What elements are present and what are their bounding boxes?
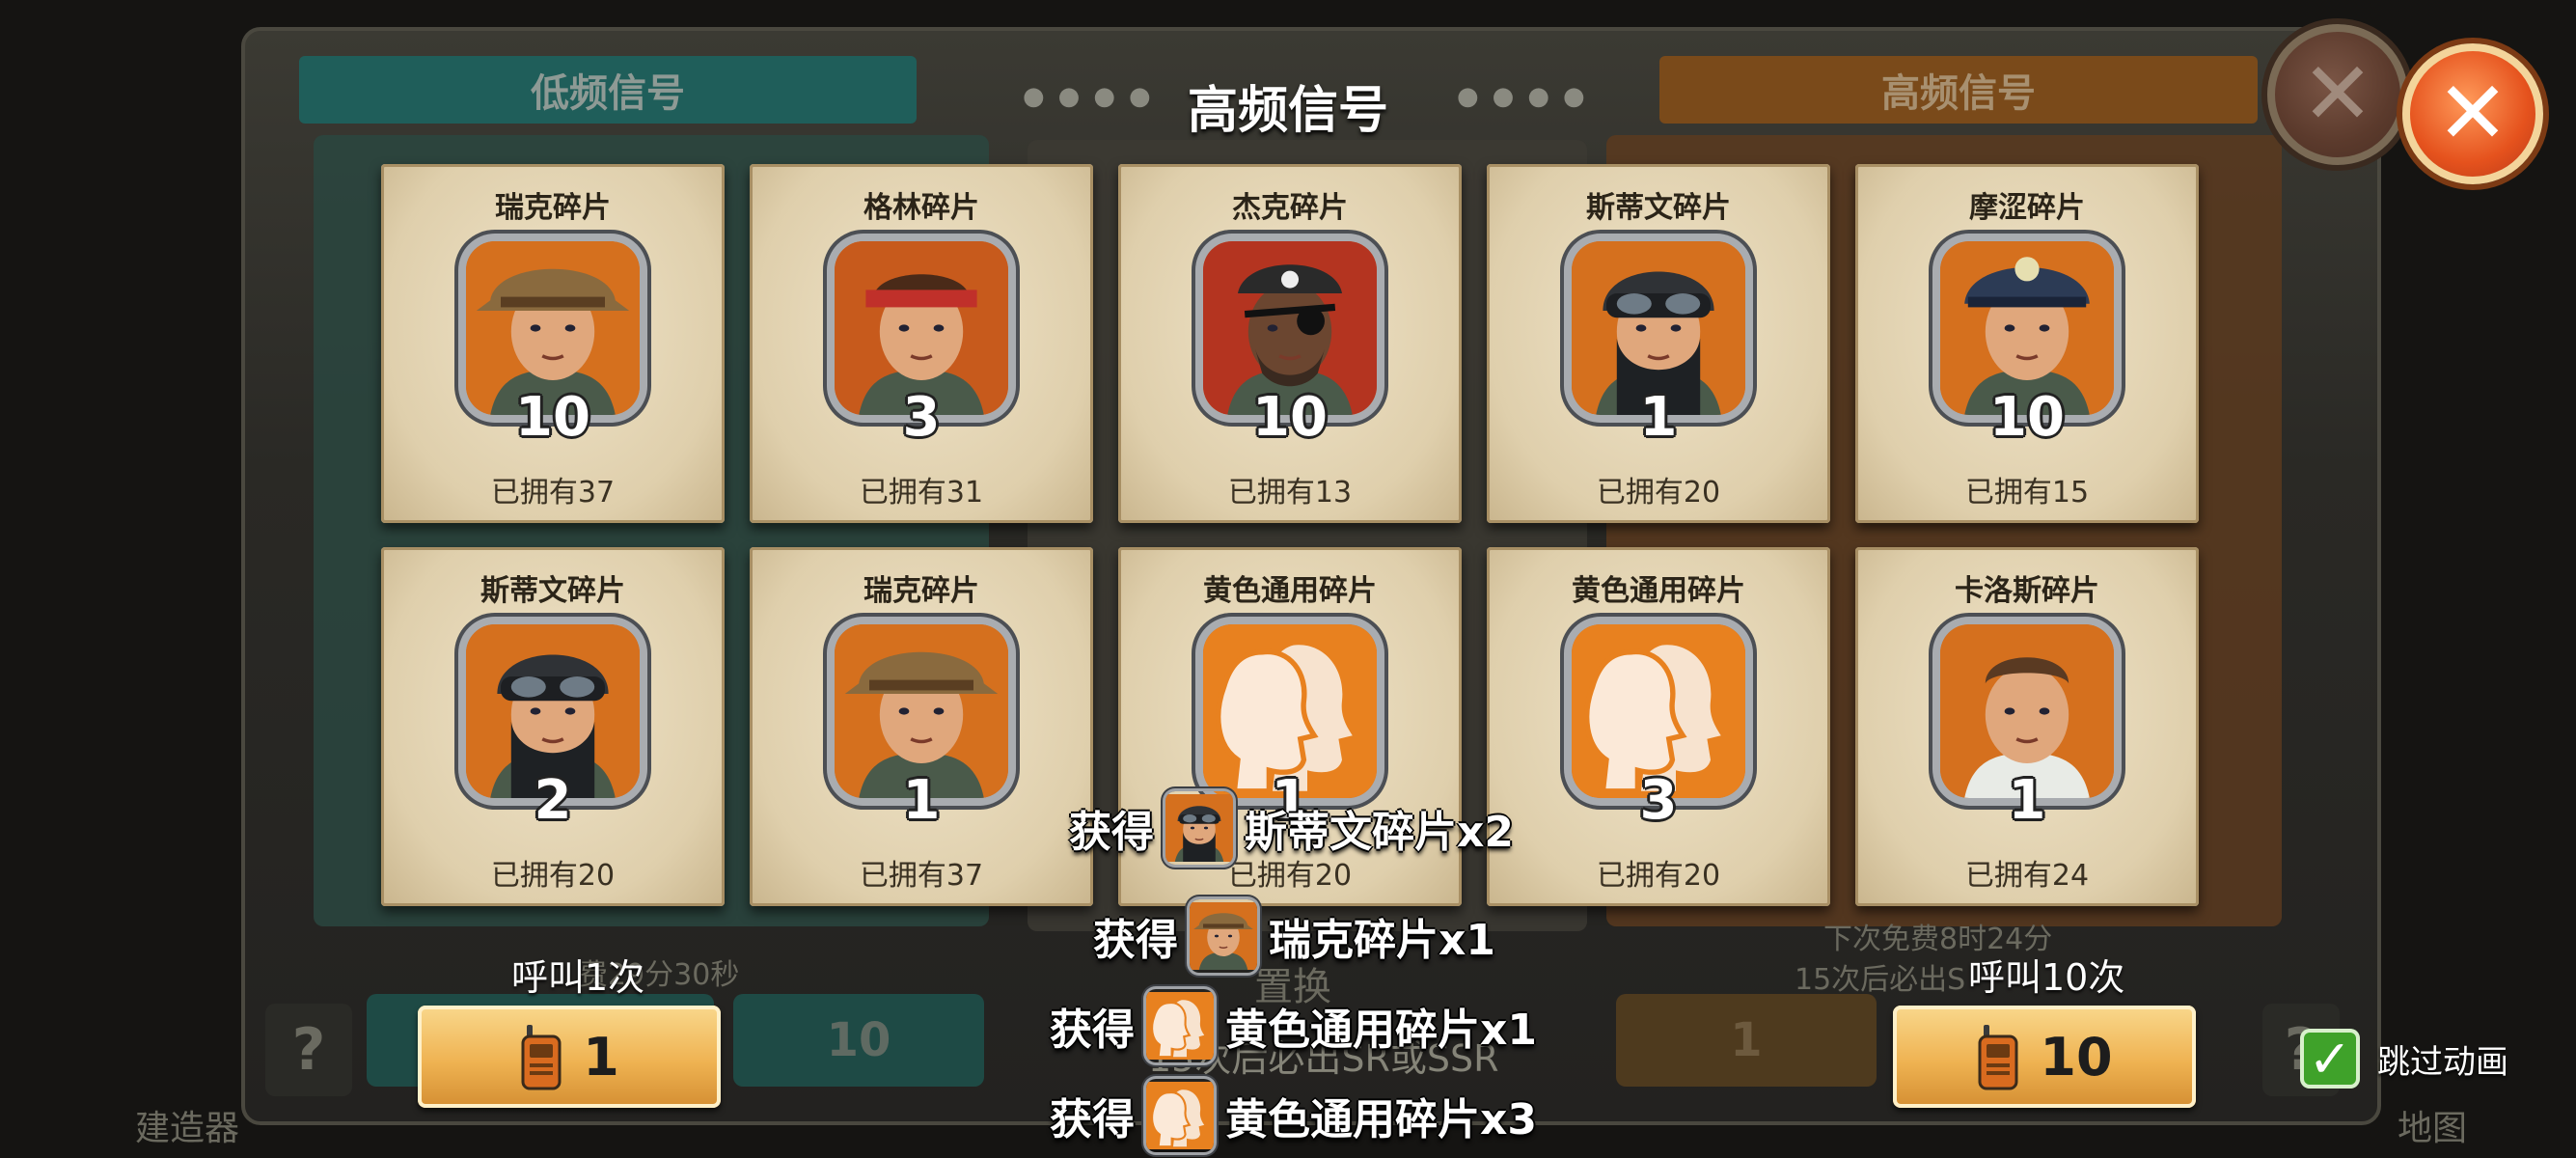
reward-prefix: 获得 [1069,808,1154,857]
reward-notification: 获得 瑞克碎片x1 [1093,899,1495,973]
reward-card: 卡洛斯碎片 1 已拥有24 [1855,547,2199,906]
bg-right-corner-label: 地图 [2398,1109,2468,1148]
card-name: 卡洛斯碎片 [1955,574,2099,608]
bg-close-button: ✕ [2267,24,2408,165]
reward-notification: 获得 斯蒂文碎片x2 [1069,791,1514,865]
reward-card: 摩涩碎片 10 已拥有15 [1855,164,2199,523]
reward-item: 黄色通用碎片x3 [1225,1095,1537,1144]
card-quantity: 1 [2008,769,2046,832]
bg-help-left: ? [265,1004,352,1096]
reward-card: 瑞克碎片 10 已拥有37 [381,164,725,523]
card-owned-count: 已拥有15 [1964,476,2090,510]
skip-animation-checkbox[interactable]: ✓ [2300,1029,2360,1089]
reward-item: 瑞克碎片x1 [1269,916,1495,965]
card-quantity: 3 [1639,769,1678,832]
reward-card: 格林碎片 3 已拥有31 [750,164,1093,523]
call-ten-button[interactable]: 10 [1893,1006,2196,1108]
walkie-talkie-icon [1978,1025,2018,1090]
card-quantity: 3 [902,386,941,449]
bg-left-banner: 低频信号 [299,56,917,124]
call-ten-label: 呼叫10次 [1968,956,2125,999]
reward-prefix: 获得 [1093,916,1178,965]
close-icon: ✕ [2301,43,2374,145]
reward-thumbnail [1165,791,1233,865]
page-title: 高频信号 [1187,82,1388,140]
reward-card: 杰克碎片 10 已拥有13 [1118,164,1462,523]
reward-thumbnail [1146,989,1214,1062]
card-owned-count: 已拥有20 [490,859,616,893]
card-quantity: 1 [902,769,941,832]
card-name: 黄色通用碎片 [1572,574,1745,608]
card-name: 黄色通用碎片 [1203,574,1377,608]
card-quantity: 10 [515,386,590,449]
reward-card: 瑞克碎片 1 已拥有37 [750,547,1093,906]
call-once-label: 呼叫1次 [511,956,645,999]
close-icon: ✕ [2436,63,2509,164]
reward-notification: 获得 黄色通用碎片x1 [1050,989,1537,1062]
card-name: 摩涩碎片 [1969,191,2085,225]
card-owned-count: 已拥有20 [1596,859,1721,893]
card-quantity: 1 [1639,386,1678,449]
reward-card: 斯蒂文碎片 2 已拥有20 [381,547,725,906]
reward-card: 黄色通用碎片 3 已拥有20 [1487,547,1830,906]
reward-item: 斯蒂文碎片x2 [1245,808,1514,857]
checkmark-icon: ✓ [2308,1028,2352,1089]
close-button[interactable]: ✕ [2402,43,2543,184]
reward-item: 黄色通用碎片x1 [1225,1006,1537,1055]
card-name: 杰克碎片 [1232,191,1348,225]
call-once-count: 1 [583,1026,619,1088]
card-owned-count: 已拥有13 [1227,476,1353,510]
call-ten-count: 10 [2040,1026,2113,1088]
card-owned-count: 已拥有37 [490,476,616,510]
reward-notification: 获得 黄色通用碎片x3 [1050,1079,1537,1152]
card-quantity: 2 [534,769,572,832]
skip-animation-label: 跳过动画 [2377,1042,2508,1082]
card-name: 斯蒂文碎片 [1586,191,1731,225]
call-once-button[interactable]: 1 [418,1006,721,1108]
card-owned-count: 已拥有24 [1964,859,2090,893]
reward-prefix: 获得 [1050,1006,1135,1055]
card-owned-count: 已拥有20 [1596,476,1721,510]
skip-animation-toggle[interactable]: ✓ 跳过动画 [2300,1029,2508,1089]
card-owned-count: 已拥有31 [859,476,984,510]
bg-left-call-10: 10 [733,994,984,1087]
reward-prefix: 获得 [1050,1095,1135,1144]
bg-right-guarantee: 15次后必出S [1795,963,1966,997]
card-name: 瑞克碎片 [495,191,611,225]
card-name: 格林碎片 [863,191,979,225]
walkie-talkie-icon [521,1025,562,1090]
bg-left-corner-label: 建造器 [135,1109,240,1148]
card-quantity: 10 [1252,386,1328,449]
card-quantity: 10 [1989,386,2065,449]
card-name: 斯蒂文碎片 [480,574,625,608]
card-name: 瑞克碎片 [863,574,979,608]
reward-card: 斯蒂文碎片 1 已拥有20 [1487,164,1830,523]
reward-thumbnail [1146,1079,1214,1152]
bg-right-call-1: 1 [1616,994,1877,1087]
bg-right-banner: 高频信号 [1659,56,2258,124]
card-owned-count: 已拥有37 [859,859,984,893]
reward-thumbnail [1190,899,1257,973]
